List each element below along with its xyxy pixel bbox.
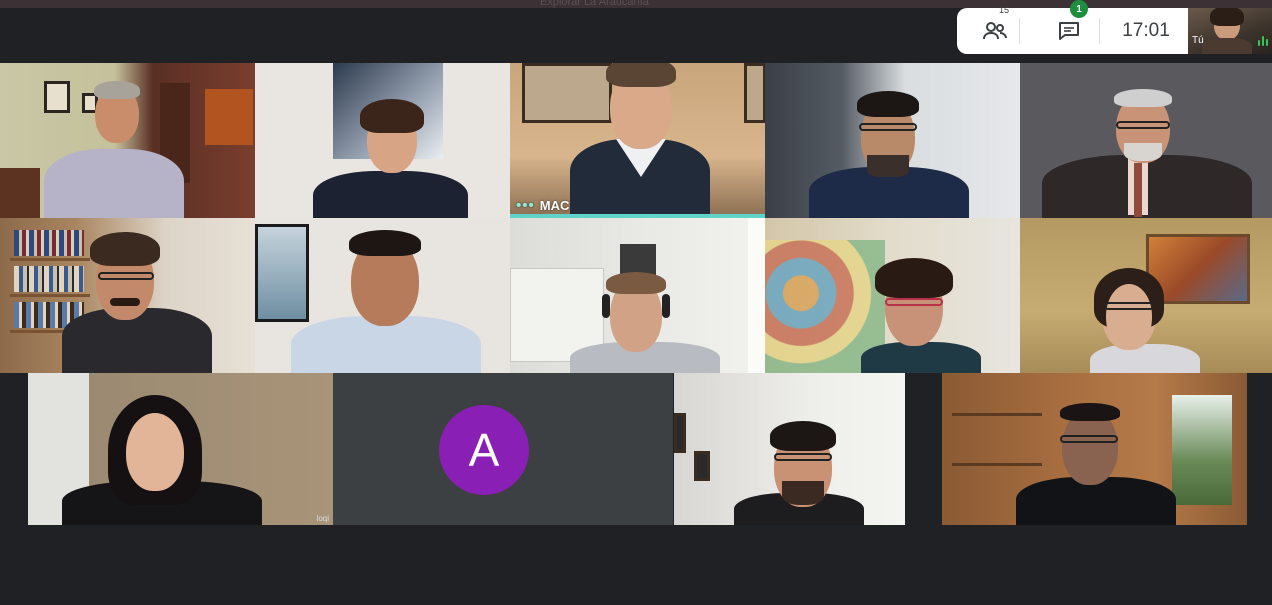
- chat-icon: [1059, 22, 1079, 40]
- beard: [1124, 143, 1162, 161]
- glasses: [885, 298, 943, 306]
- participant-tile[interactable]: [765, 63, 1020, 218]
- wall-frame: [522, 63, 612, 123]
- meeting-clock: 17:01: [1122, 20, 1170, 41]
- person-hair: [90, 232, 160, 266]
- divider: [1019, 18, 1020, 44]
- tie: [1134, 163, 1142, 217]
- shelf: [952, 463, 1042, 466]
- glasses: [1060, 435, 1118, 443]
- person-hair: [1114, 89, 1172, 107]
- glasses: [774, 453, 832, 461]
- wall-frame: [744, 63, 765, 123]
- participant-tile-no-video[interactable]: A: [333, 373, 673, 525]
- speaking-dots-icon: •••: [516, 197, 535, 214]
- person-hair: [360, 99, 424, 133]
- person-hair: [94, 81, 140, 99]
- person-hair: [606, 63, 676, 87]
- people-icon: [983, 22, 1007, 40]
- participant-tile[interactable]: [510, 218, 765, 373]
- glasses: [859, 123, 917, 131]
- participant-tile[interactable]: [0, 63, 255, 218]
- shelf: [952, 413, 1042, 416]
- books: [14, 230, 84, 256]
- glasses: [98, 272, 154, 280]
- participant-tile[interactable]: [255, 63, 510, 218]
- participant-name-label: ••• MAC: [516, 197, 569, 214]
- painting: [205, 89, 253, 145]
- participant-tile-active[interactable]: ••• MAC: [510, 63, 765, 218]
- participants-count: 15: [999, 5, 1010, 15]
- self-hair: [1210, 8, 1244, 26]
- window: [748, 218, 765, 373]
- couch: [0, 168, 40, 218]
- person-hair: [770, 421, 836, 451]
- participant-tile[interactable]: loqi: [28, 373, 333, 525]
- person-torso: [313, 171, 468, 218]
- meeting-title: Explorar La Araucanía: [540, 0, 649, 8]
- people-button[interactable]: 15: [975, 5, 1015, 54]
- person-hair: [349, 230, 421, 256]
- participant-name: MAC: [539, 198, 570, 213]
- shelf: [10, 258, 90, 261]
- headphones: [602, 294, 610, 318]
- tile-caption: loqi: [316, 514, 329, 523]
- participant-tile[interactable]: [674, 373, 905, 525]
- wall-frame: [694, 451, 710, 481]
- participant-tile[interactable]: [1020, 218, 1272, 373]
- participant-tile[interactable]: [255, 218, 510, 373]
- person-face: [126, 413, 184, 491]
- beard: [867, 155, 909, 177]
- chat-unread-badge: 1: [1070, 0, 1088, 18]
- mustache: [110, 298, 140, 306]
- person-hair: [875, 258, 953, 298]
- person-torso: [62, 308, 212, 373]
- window: [1172, 395, 1232, 505]
- person-hair: [857, 91, 919, 117]
- self-label: Tú: [1192, 35, 1204, 46]
- person-hair: [1060, 403, 1120, 421]
- participant-tile[interactable]: [0, 218, 255, 373]
- person-face: [1106, 284, 1152, 348]
- person-hair: [606, 272, 666, 294]
- person-torso: [861, 342, 981, 373]
- wall-frame: [255, 224, 309, 322]
- beard: [782, 481, 824, 505]
- wall-frame: [674, 413, 686, 453]
- chat-button[interactable]: 1: [1049, 0, 1089, 54]
- self-torso: [1202, 38, 1252, 54]
- glasses: [1104, 302, 1154, 310]
- person-torso: [1090, 344, 1200, 373]
- books: [14, 266, 84, 292]
- headphones: [662, 294, 670, 318]
- wall-frame: [44, 81, 70, 113]
- divider: [1099, 18, 1100, 44]
- participant-tile[interactable]: [1020, 63, 1272, 218]
- person-torso: [44, 149, 184, 218]
- self-view[interactable]: Tú: [1188, 8, 1272, 54]
- glasses: [1116, 121, 1170, 129]
- participant-tile[interactable]: [765, 218, 1020, 373]
- mic-level-icon: [1258, 36, 1268, 46]
- participant-avatar: A: [439, 405, 529, 495]
- participant-tile[interactable]: [942, 373, 1247, 525]
- shelf: [10, 294, 90, 297]
